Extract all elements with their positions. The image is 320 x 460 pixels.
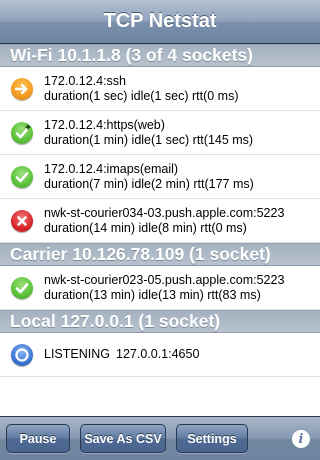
info-icon[interactable]: i bbox=[292, 430, 310, 448]
socket-address: nwk-st-courier034-03.push.apple.com:5223 bbox=[44, 205, 285, 220]
socket-address: 172.0.12.4:imaps(email) bbox=[44, 161, 179, 176]
list-item[interactable]: 172.0.12.4:imaps(email) duration(7 min) … bbox=[0, 155, 320, 199]
socket-address: nwk-st-courier023-05.push.apple.com:5223 bbox=[44, 272, 285, 287]
list-item[interactable]: nwk-st-courier034-03.push.apple.com:5223… bbox=[0, 199, 320, 243]
green-check-plus-icon bbox=[11, 121, 33, 144]
list-item[interactable]: nwk-st-courier023-05.push.apple.com:5223… bbox=[0, 266, 320, 310]
socket-stats: duration(1 sec) idle(1 sec) rtt(0 ms) bbox=[44, 88, 239, 103]
navigation-bar: TCP Netstat bbox=[0, 0, 320, 44]
socket-address: 127.0.0.1:4650 bbox=[116, 347, 200, 361]
section-header-local: Local 127.0.0.1 (1 socket) bbox=[0, 310, 320, 333]
socket-stats: duration(7 min) idle(2 min) rtt(177 ms) bbox=[44, 176, 254, 191]
section-header-carrier: Carrier 10.126.78.109 (1 socket) bbox=[0, 243, 320, 266]
pause-button[interactable]: Pause bbox=[6, 424, 70, 453]
socket-stats: duration(13 min) idle(13 min) rtt(83 ms) bbox=[44, 287, 261, 302]
red-x-icon bbox=[11, 209, 33, 232]
settings-button[interactable]: Settings bbox=[176, 424, 248, 453]
socket-list[interactable]: Wi-Fi 10.1.1.8 (3 of 4 sockets) 172.0.12… bbox=[0, 44, 320, 416]
green-check-icon bbox=[11, 276, 33, 299]
list-item[interactable]: 172.0.12.4:ssh duration(1 sec) idle(1 se… bbox=[0, 67, 320, 111]
list-item[interactable]: LISTENING 127.0.0.1:4650 bbox=[0, 333, 320, 377]
socket-address: 172.0.12.4:ssh bbox=[44, 73, 127, 88]
blue-radio-icon bbox=[11, 343, 33, 366]
socket-address: 172.0.12.4:https(web) bbox=[44, 117, 165, 132]
section-header-wifi: Wi-Fi 10.1.1.8 (3 of 4 sockets) bbox=[0, 44, 320, 67]
socket-stats: duration(1 min) idle(1 sec) rtt(145 ms) bbox=[44, 132, 254, 147]
page-title: TCP Netstat bbox=[103, 10, 217, 32]
green-check-icon bbox=[11, 165, 33, 188]
orange-arrow-icon bbox=[11, 77, 33, 100]
list-item[interactable]: 172.0.12.4:https(web) duration(1 min) id… bbox=[0, 111, 320, 155]
socket-stats: duration(14 min) idle(8 min) rtt(0 ms) bbox=[44, 220, 247, 235]
listening-status: LISTENING bbox=[44, 347, 110, 361]
bottom-toolbar: Pause Save As CSV Settings i bbox=[0, 416, 320, 460]
save-as-csv-button[interactable]: Save As CSV bbox=[80, 424, 166, 453]
